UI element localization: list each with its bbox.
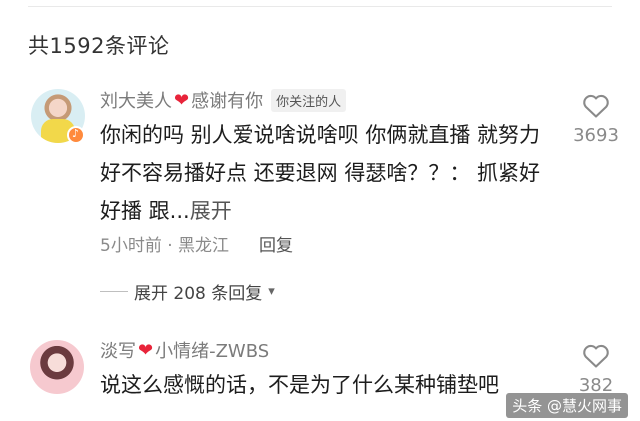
comment-count: 共1592条评论 <box>28 34 170 58</box>
reply-button[interactable]: 回复 <box>259 231 293 256</box>
comment-author[interactable]: 刘大美人 ❤ 感谢有你 你关注的人 <box>100 87 347 113</box>
heart-outline-icon <box>583 344 609 368</box>
top-divider <box>28 6 612 7</box>
watermark: 头条 @慧火网事 <box>506 393 628 418</box>
avatar[interactable] <box>30 340 84 394</box>
divider-line <box>100 291 128 292</box>
heart-outline-icon <box>583 94 609 118</box>
author-name-suffix: 小情绪-ZWBS <box>155 341 270 362</box>
expand-replies-label: 展开 208 条回复 <box>134 284 263 304</box>
time-location: 5小时前 · 黑龙江 <box>100 236 230 256</box>
red-heart-icon: ❤ <box>138 339 154 361</box>
author-name-prefix: 淡写 <box>100 341 136 362</box>
like-button[interactable]: 382 <box>570 343 622 396</box>
comment-text: 说这么感慨的话，不是为了什么某种铺垫吧 <box>100 366 570 404</box>
red-heart-icon: ❤ <box>174 89 190 111</box>
like-button[interactable]: 3693 <box>570 93 622 146</box>
author-name-prefix: 刘大美人 <box>100 91 172 112</box>
comment-text: 你闲的吗 别人爱说啥说啥呗 你俩就直播 就努力 好不容易播好点 还要退网 得瑟啥… <box>100 116 560 230</box>
chevron-down-icon: ▾ <box>268 284 275 299</box>
like-count: 3693 <box>573 125 619 146</box>
following-tag: 你关注的人 <box>271 88 347 112</box>
comment-body: 你闲的吗 别人爱说啥说啥呗 你俩就直播 就努力 好不容易播好点 还要退网 得瑟啥… <box>100 123 541 223</box>
comment-author[interactable]: 淡写 ❤ 小情绪-ZWBS <box>100 337 269 363</box>
expand-button[interactable]: 展开 <box>190 199 232 223</box>
author-name-suffix: 感谢有你 <box>191 91 264 112</box>
comment-body: 说这么感慨的话，不是为了什么某种铺垫吧 <box>100 373 499 397</box>
expand-replies-button[interactable]: 展开 208 条回复 ▾ <box>100 279 275 304</box>
music-badge-icon <box>67 126 85 144</box>
comment-meta: 5小时前 · 黑龙江 回复 <box>100 231 293 256</box>
